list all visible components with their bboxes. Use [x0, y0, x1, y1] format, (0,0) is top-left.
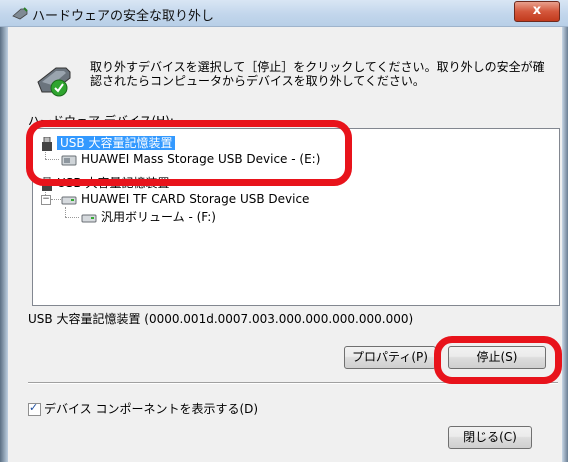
show-components-checkbox[interactable]: デバイス コンポーネントを表示する(D) — [28, 400, 258, 416]
tree-line — [65, 217, 79, 218]
window-border-left — [0, 0, 8, 462]
remove-hardware-dialog: ハードウェアの安全な取り外し x 取り外すデバイスを選択して［停止］をクリックし… — [0, 0, 568, 462]
device-item-label: 汎用ボリューム - (F:) — [101, 210, 216, 224]
drive-icon — [61, 196, 77, 204]
close-window-button[interactable]: x — [514, 1, 560, 22]
window-title: ハードウェアの安全な取り外し — [32, 9, 215, 24]
properties-button[interactable]: プロパティ(P) — [344, 346, 436, 369]
device-item-generic-volume[interactable]: 汎用ボリューム - (F:) — [81, 209, 216, 225]
instruction-text: 取り外すデバイスを選択して［停止］をクリックしてください。取り外しの安全が確認さ… — [90, 60, 545, 88]
usb-plug-icon — [12, 7, 28, 20]
title-bar[interactable]: ハードウェアの安全な取り外し x — [0, 0, 568, 27]
tree-line — [65, 207, 66, 217]
highlight-selected-device — [26, 120, 352, 186]
collapse-toggle[interactable]: − — [41, 195, 51, 205]
safely-remove-device-icon — [37, 67, 71, 97]
selected-device-status: USB 大容量記憶装置 (0000.001d.0007.003.000.000.… — [28, 312, 414, 326]
window-border-right — [562, 0, 568, 462]
device-item-huawei-tf-card[interactable]: HUAWEI TF CARD Storage USB Device — [61, 191, 309, 207]
checkbox-icon[interactable] — [28, 401, 41, 416]
device-item-label: HUAWEI TF CARD Storage USB Device — [81, 192, 310, 206]
highlight-stop-button — [434, 336, 562, 384]
show-components-label: デバイス コンポーネントを表示する(D) — [44, 402, 259, 416]
volume-icon — [81, 214, 97, 222]
close-button[interactable]: 閉じる(C) — [448, 426, 532, 449]
tree-line — [51, 199, 61, 200]
